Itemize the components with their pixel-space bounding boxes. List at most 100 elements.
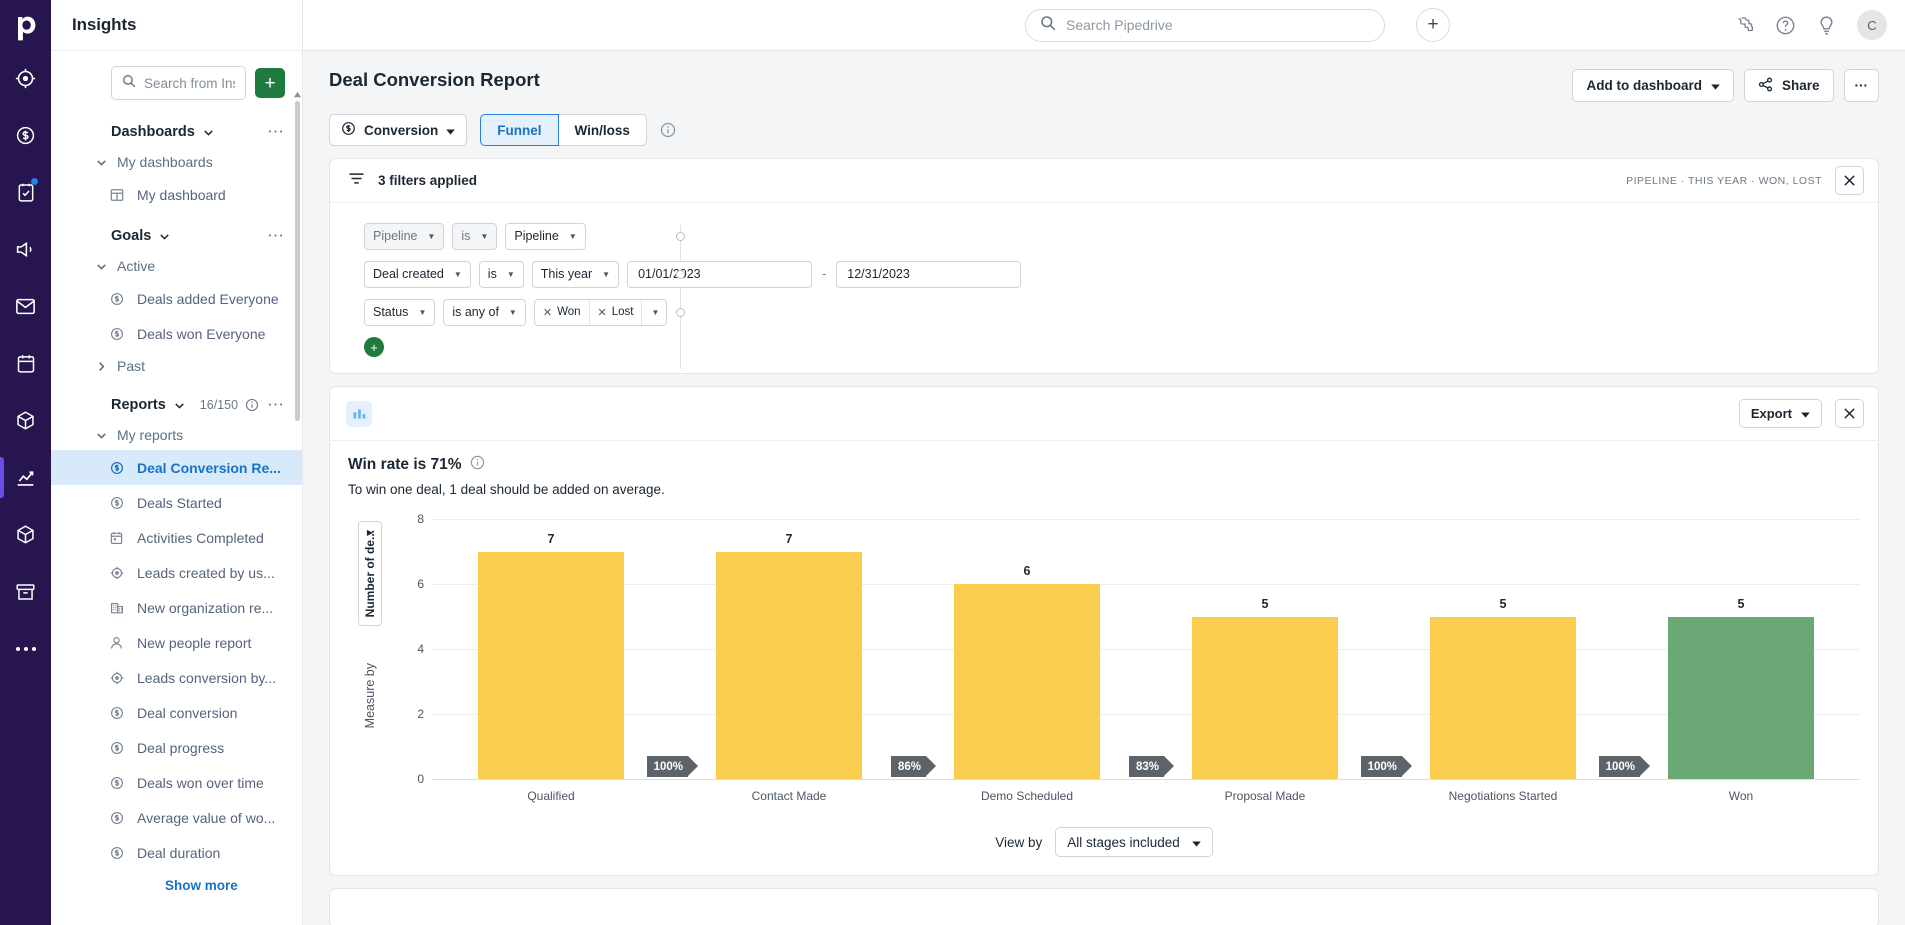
measure-selector[interactable]: ▶ Number of de... <box>358 521 382 626</box>
global-search[interactable] <box>1025 8 1385 42</box>
filter-row-pipeline: Pipeline ▼ is ▼ Pipeline ▼ <box>330 217 1878 255</box>
chevron-down-icon[interactable] <box>158 230 171 243</box>
puzzle-icon[interactable] <box>1734 15 1754 35</box>
tab-winloss[interactable]: Win/loss <box>558 114 647 146</box>
chevron-down-icon: ▼ <box>453 269 462 279</box>
filter-row-deal-created: Deal created ▼ is ▼ This year ▼ 01/01/20… <box>330 255 1878 293</box>
bar-contact-made[interactable]: 7 <box>716 532 862 779</box>
sidebar-item-deals-started[interactable]: Deals Started <box>51 485 302 520</box>
rail-item-campaigns[interactable] <box>0 221 51 278</box>
add-item-button[interactable]: + <box>255 68 285 98</box>
sidebar-item-deal-duration[interactable]: Deal duration <box>51 835 302 870</box>
dashboards-more-icon[interactable]: ⋯ <box>267 123 285 140</box>
chevron-down-icon[interactable] <box>202 126 215 139</box>
filter-date-from[interactable]: 01/01/2023 <box>627 260 813 288</box>
view-by-selector[interactable]: All stages included <box>1055 827 1213 857</box>
tab-funnel[interactable]: Funnel <box>480 114 559 146</box>
sidebar-item-deal-progress[interactable]: Deal progress <box>51 730 302 765</box>
filter-date-to[interactable]: 12/31/2023 <box>836 260 1022 288</box>
bar-qualified[interactable]: 7 <box>478 532 624 779</box>
rail-item-marketplace[interactable] <box>0 506 51 563</box>
sidebar-item-label: Deal conversion <box>137 704 238 721</box>
rail-item-more[interactable] <box>0 620 51 677</box>
rail-item-leads[interactable] <box>0 50 51 107</box>
chevron-down-icon <box>446 123 456 138</box>
date-range-dash: - <box>822 267 827 281</box>
bar-value: 5 <box>1737 596 1745 611</box>
rail-item-archive[interactable] <box>0 563 51 620</box>
rail-item-products[interactable] <box>0 392 51 449</box>
help-icon[interactable] <box>1775 15 1796 36</box>
group-past[interactable]: Past <box>51 351 302 381</box>
group-active[interactable]: Active <box>51 251 302 281</box>
create-new-button[interactable]: + <box>1416 8 1450 42</box>
view-by-row: View by All stages included <box>348 811 1860 875</box>
sidebar-item-new-people-report[interactable]: New people report <box>51 625 302 660</box>
bar-proposal-made[interactable]: 5 <box>1192 597 1338 779</box>
filter-operator-deal-created[interactable]: is ▼ <box>478 260 524 288</box>
sidebar-item-deal-conversion[interactable]: Deal conversion <box>51 695 302 730</box>
close-icon[interactable]: ✕ <box>598 306 607 319</box>
sidebar-item-leads-conversion-by[interactable]: Leads conversion by... <box>51 660 302 695</box>
organization-icon <box>110 601 124 615</box>
scroll-up-arrow[interactable] <box>293 87 302 98</box>
activities-badge <box>31 178 38 185</box>
export-button[interactable]: Export <box>1738 399 1822 428</box>
share-icon <box>1758 77 1773 95</box>
status-chip-won[interactable]: ✕ Won <box>535 299 590 325</box>
bar-negotiations-started[interactable]: 5 <box>1430 597 1576 779</box>
pipedrive-logo[interactable] <box>0 8 51 50</box>
filter-operator-status[interactable]: is any of ▼ <box>443 298 526 326</box>
info-icon[interactable] <box>660 122 676 138</box>
filter-value-this-year[interactable]: This year ▼ <box>531 260 620 288</box>
filter-field-pipeline[interactable]: Pipeline ▼ <box>364 222 445 250</box>
lightbulb-icon[interactable] <box>1817 15 1836 36</box>
chevron-down-icon[interactable] <box>173 399 186 412</box>
add-filter-button[interactable]: + <box>364 337 384 357</box>
conversion-label-4: 100% <box>1360 756 1413 777</box>
sidebar-search-input[interactable] <box>144 75 235 91</box>
sidebar-item-deals-added-everyone[interactable]: Deals added Everyone <box>51 281 302 316</box>
sidebar-item-new-organization-report[interactable]: New organization re... <box>51 590 302 625</box>
info-icon[interactable] <box>470 455 485 475</box>
bar-won[interactable]: 5 <box>1668 597 1814 779</box>
avatar[interactable]: C <box>1857 10 1887 40</box>
reports-more-icon[interactable]: ⋯ <box>267 396 285 413</box>
rail-item-deals[interactable] <box>0 107 51 164</box>
info-icon[interactable] <box>245 398 259 412</box>
filter-value-status-chips[interactable]: ✕ Won ✕ Lost ▼ <box>533 298 668 326</box>
sidebar-item-activities-completed[interactable]: Activities Completed <box>51 520 302 555</box>
report-more-button[interactable]: ··· <box>1843 69 1879 102</box>
report-type-selector[interactable]: Conversion <box>329 114 468 146</box>
group-my-dashboards[interactable]: My dashboards <box>51 147 302 177</box>
show-more-link[interactable]: Show more <box>51 870 302 900</box>
group-my-reports[interactable]: My reports <box>51 420 302 450</box>
close-filters-button[interactable] <box>1835 166 1864 195</box>
sidebar-item-deal-conversion-report[interactable]: Deal Conversion Re... <box>51 450 302 485</box>
sidebar-item-average-value-of-won[interactable]: Average value of wo... <box>51 800 302 835</box>
rail-item-calendar[interactable] <box>0 335 51 392</box>
close-icon[interactable]: ✕ <box>543 306 552 319</box>
filter-value-pipeline[interactable]: Pipeline ▼ <box>505 222 586 250</box>
status-chip-lost[interactable]: ✕ Lost <box>590 299 643 325</box>
sidebar-scrollbar[interactable] <box>295 101 300 421</box>
sidebar-item-my-dashboard[interactable]: My dashboard <box>51 177 302 212</box>
filter-field-deal-created[interactable]: Deal created ▼ <box>364 260 471 288</box>
global-search-input[interactable] <box>1066 17 1370 33</box>
bar-demo-scheduled[interactable]: 6 <box>954 564 1100 779</box>
close-chart-button[interactable] <box>1835 399 1864 428</box>
rail-item-insights[interactable] <box>0 449 51 506</box>
share-button[interactable]: Share <box>1743 69 1834 102</box>
sidebar-item-deals-won-everyone[interactable]: Deals won Everyone <box>51 316 302 351</box>
filter-field-status[interactable]: Status ▼ <box>364 298 436 326</box>
sidebar-item-deals-won-over-time[interactable]: Deals won over time <box>51 765 302 800</box>
sidebar-item-label: My dashboard <box>137 186 226 203</box>
rail-item-mail[interactable] <box>0 278 51 335</box>
sidebar-search[interactable] <box>111 66 246 100</box>
rail-item-activities[interactable] <box>0 164 51 221</box>
filter-operator-pipeline[interactable]: is ▼ <box>452 222 498 250</box>
chart-bars: 7 Qualified 7 Contact Made 6 Demo Schedu… <box>432 511 1860 803</box>
goals-more-icon[interactable]: ⋯ <box>267 227 285 244</box>
add-to-dashboard-button[interactable]: Add to dashboard <box>1572 69 1734 102</box>
sidebar-item-leads-created-by-user[interactable]: Leads created by us... <box>51 555 302 590</box>
